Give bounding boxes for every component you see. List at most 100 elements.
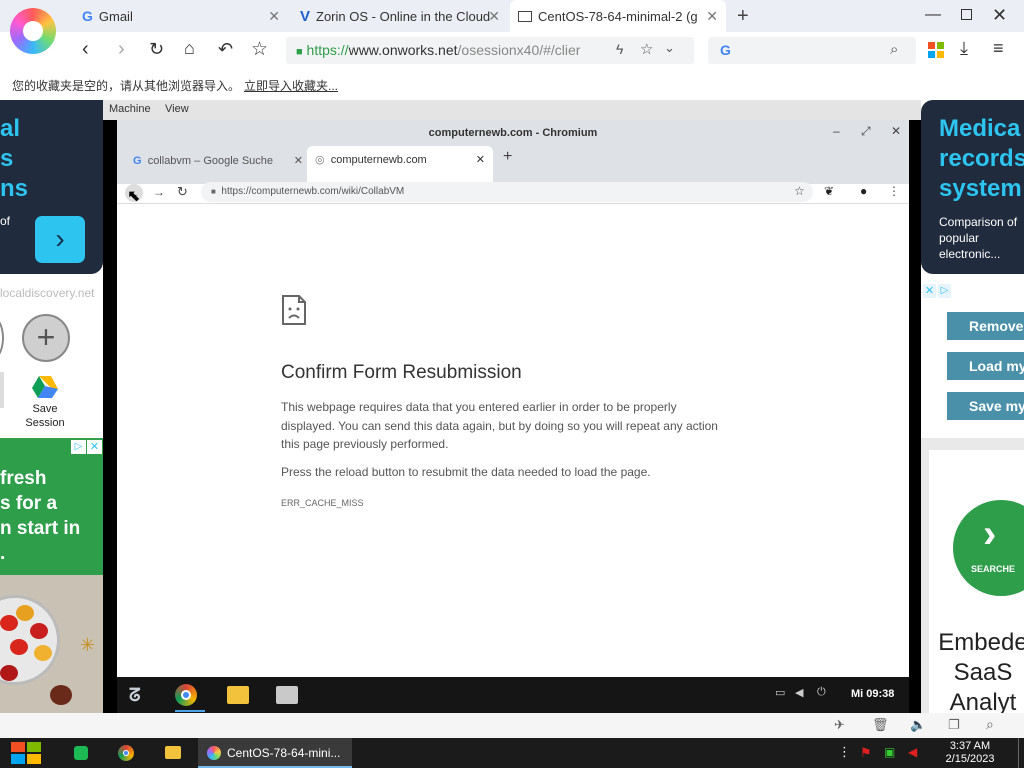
minimize-icon[interactable]: — [925, 6, 941, 24]
bookmark-star-icon[interactable]: ☆ [251, 38, 268, 61]
machine-menu[interactable]: Machine [109, 103, 151, 115]
account-icon[interactable]: ● [860, 184, 867, 198]
load-my-button[interactable]: Load my [947, 352, 1024, 380]
outer-tab-gmail[interactable]: G Gmail ✕ [76, 0, 288, 32]
vm-taskbar: ᘔ ▭ ◀ ⏻ Mi 09:38 [117, 677, 909, 713]
save-my-button[interactable]: Save my [947, 392, 1024, 420]
ad-close-icon[interactable]: ✕ [87, 440, 102, 454]
sound-icon[interactable]: 🔈 [910, 717, 926, 733]
right-ad-2[interactable]: › SEARCHE Embede SaaS Analyt [921, 438, 1024, 713]
left-ad[interactable]: al s ns of › [0, 100, 103, 274]
chromium-app-icon[interactable] [175, 684, 197, 706]
trash-icon[interactable]: 🗑 [872, 717, 889, 733]
browser-logo-icon [10, 8, 56, 54]
volume-muted-icon[interactable]: ◀ [908, 745, 917, 759]
vm-tab-computernewb[interactable]: ◎ computernewb.com ✕ [307, 146, 493, 184]
vm-reload-icon[interactable]: ↻ [177, 184, 188, 200]
session-toolbar: ✈ 🗑 🔈 ❐ ⌕ [0, 713, 1024, 738]
chevron-right-icon: › [983, 512, 997, 556]
outer-tab-bar: G Gmail ✕ V Zorin OS - Online in the Clo… [0, 0, 1024, 54]
error-code: ERR_CACHE_MISS [281, 498, 364, 508]
add-icon[interactable]: + [22, 314, 70, 362]
window-icon[interactable]: ❐ [948, 717, 960, 733]
file-explorer-icon[interactable] [165, 746, 181, 759]
page-content: al s ns of › localdiscovery.net + Save S… [0, 100, 1024, 713]
lightning-icon[interactable]: ϟ [616, 41, 623, 57]
windows-clock[interactable]: 3:37 AM 2/15/2023 [940, 740, 1000, 766]
forward-icon[interactable]: › [118, 38, 125, 61]
search-box[interactable]: G ⌕ [708, 37, 916, 64]
menu-icon[interactable]: ≡ [993, 38, 1004, 59]
chevron-down-icon[interactable]: ⌄ [664, 40, 675, 56]
close-tab-icon[interactable]: ✕ [268, 8, 280, 25]
download-icon[interactable]: ⤓ [960, 38, 968, 59]
more-icon[interactable]: ⋮ [838, 744, 851, 760]
outer-address-bar[interactable]: ■ https://www.onworks.net/osessionx40/#/… [286, 37, 694, 64]
ad-arrow-button[interactable]: › [35, 216, 85, 263]
left-panel: al s ns of › localdiscovery.net + Save S… [0, 100, 103, 713]
vm-maximize-icon[interactable]: ⤢ [861, 124, 871, 139]
close-tab-icon[interactable]: ✕ [706, 8, 718, 25]
power-icon[interactable]: ⏻ [817, 686, 826, 699]
close-window-icon[interactable]: ✕ [992, 5, 1007, 26]
reload-icon[interactable]: ↻ [149, 39, 164, 60]
restore-icon[interactable] [961, 9, 972, 20]
close-tab-icon[interactable]: ✕ [476, 146, 485, 174]
sad-page-icon [281, 294, 307, 326]
spreadsheet-app-icon[interactable] [74, 746, 88, 760]
apps-grid-icon[interactable] [928, 42, 944, 58]
network-icon[interactable]: ▣ [884, 745, 895, 759]
zorin-menu-icon[interactable]: ᘔ [129, 685, 141, 706]
error-heading: Confirm Form Resubmission [281, 362, 522, 383]
ad-domain: localdiscovery.net [0, 286, 95, 300]
ad-choices-icon[interactable]: ▷ [71, 440, 86, 454]
chrome-icon[interactable] [118, 745, 134, 761]
vm-screen[interactable]: computernewb.com - Chromium – ⤢ ✕ G coll… [103, 120, 921, 713]
extension-icon[interactable]: ❦ [824, 184, 834, 198]
outer-toolbar: ‹ › ↻ ⌂ ↶ ☆ ■ https://www.onworks.net/os… [0, 32, 1024, 68]
browser-logo-icon [207, 746, 221, 760]
zorin-icon: V [300, 7, 311, 25]
vm-close-icon[interactable]: ✕ [891, 124, 901, 138]
lock-icon: ■ [296, 46, 303, 58]
save-session-button[interactable]: Save Session [18, 402, 72, 430]
search-icon[interactable]: ⌕ [890, 41, 898, 58]
outer-tab-centos[interactable]: CentOS-78-64-minimal-2 (gu ✕ [510, 0, 726, 32]
outer-tab-zorin[interactable]: V Zorin OS - Online in the Cloud ✕ [292, 0, 508, 32]
circle-button[interactable] [0, 314, 4, 362]
vm-minimize-icon[interactable]: – [833, 124, 840, 138]
new-tab-icon[interactable]: + [737, 5, 749, 28]
google-icon: G [720, 42, 731, 58]
ad-choices-icon[interactable]: ▷ [938, 284, 951, 298]
vm-star-icon[interactable]: ☆ [794, 184, 805, 198]
taskbar-app-centos[interactable]: CentOS-78-64-mini... [198, 738, 352, 768]
volume-icon[interactable]: ◀ [795, 686, 803, 699]
vm-tab-collabvm[interactable]: G collabvm – Google Suche ✕ [125, 148, 307, 174]
right-ad[interactable]: Medica records system Comparison of popu… [921, 100, 1024, 274]
view-menu[interactable]: View [165, 103, 189, 115]
left-ad-2[interactable]: ▷ ✕ fresh s for a n start in . [0, 438, 103, 575]
vm-new-tab-icon[interactable]: + [503, 148, 512, 166]
close-tab-icon[interactable]: ✕ [488, 8, 500, 25]
import-bookmarks-link[interactable]: 立即导入收藏夹... [244, 77, 338, 94]
close-tab-icon[interactable]: ✕ [294, 148, 303, 174]
files-icon[interactable] [276, 686, 298, 704]
vm-menu-icon[interactable]: ⋮ [888, 184, 900, 198]
windows-start-icon[interactable] [11, 742, 42, 764]
flag-icon[interactable]: ⚑ [860, 745, 872, 761]
ad-close-icon[interactable]: ✕ [923, 284, 936, 298]
vm-toolbar: ← → ↻ ■ https://computernewb.com/wiki/Co… [117, 182, 909, 204]
undo-icon[interactable]: ↶ [218, 39, 233, 60]
software-store-icon[interactable] [227, 686, 249, 704]
screen-icon[interactable]: ▭ [775, 686, 785, 699]
vm-address-bar[interactable]: ■ https://computernewb.com/wiki/CollabVM [201, 182, 813, 202]
remove-button[interactable]: Remove [947, 312, 1024, 340]
vm-forward-icon[interactable]: → [153, 185, 165, 199]
favorite-star-icon[interactable]: ☆ [640, 40, 653, 58]
rocket-icon[interactable]: ✈ [834, 717, 845, 733]
back-icon[interactable]: ‹ [82, 38, 89, 61]
search-icon[interactable]: ⌕ [986, 716, 994, 733]
home-icon[interactable]: ⌂ [184, 38, 195, 59]
error-instruction: Press the reload button to resubmit the … [281, 465, 651, 479]
bookmark-bar: 您的收藏夹是空的，请从其他浏览器导入。 立即导入收藏夹... [0, 68, 1024, 100]
